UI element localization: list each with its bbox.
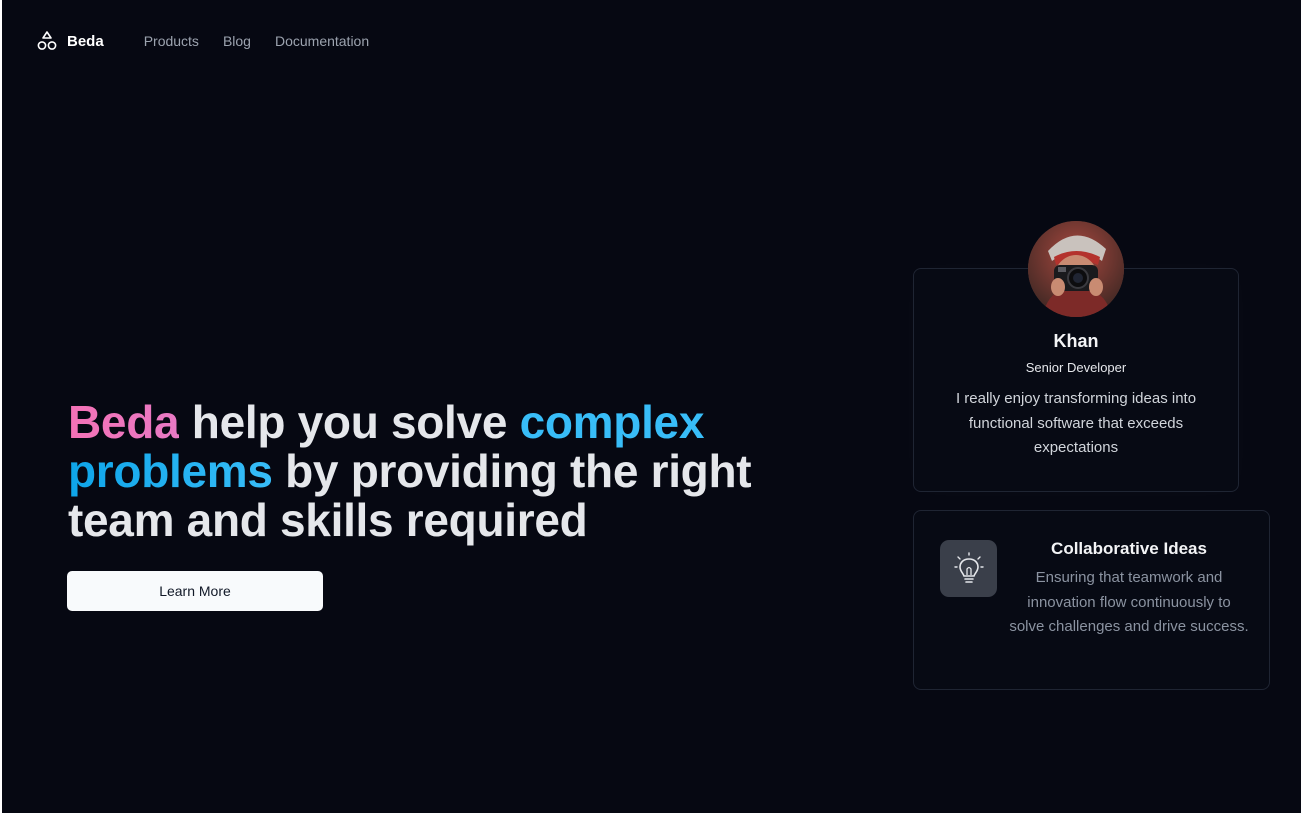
nav-link-products[interactable]: Products	[144, 33, 199, 49]
profile-quote: I really enjoy transforming ideas into f…	[955, 390, 1197, 456]
feature-description: Ensuring that teamwork and innovation fl…	[1009, 569, 1249, 635]
feature-title: Collaborative Ideas	[1051, 539, 1207, 558]
headline-highlight-problems: problems	[68, 445, 273, 497]
avatar	[1028, 221, 1124, 317]
feature-icon-box	[940, 540, 997, 597]
avatar-photo	[1028, 221, 1124, 317]
brand-name: Beda	[67, 32, 104, 50]
headline-brand: Beda	[68, 396, 180, 448]
profile-role: Senior Developer	[1025, 360, 1127, 375]
shapes-logo-icon	[37, 31, 57, 50]
nav-link-documentation[interactable]: Documentation	[275, 33, 369, 49]
learn-more-button[interactable]: Learn More	[67, 571, 323, 611]
hero-section: Beda help you solve complex problems by p…	[68, 398, 848, 545]
headline-highlight-complex: complex	[519, 396, 705, 448]
top-nav: Beda Products Blog Documentation	[36, 28, 393, 54]
profile-name: Khan	[1053, 331, 1099, 351]
nav-link-blog[interactable]: Blog	[223, 33, 251, 49]
hero-headline: Beda help you solve complex problems by p…	[68, 398, 848, 545]
headline-text-1: help you solve	[179, 396, 520, 448]
page: Beda Products Blog Documentation Beda he…	[2, 0, 1301, 813]
brand-logo-link[interactable]: Beda	[36, 30, 104, 52]
lightbulb-icon	[953, 551, 984, 583]
feature-card: Collaborative Ideas Ensuring that teamwo…	[913, 510, 1270, 690]
